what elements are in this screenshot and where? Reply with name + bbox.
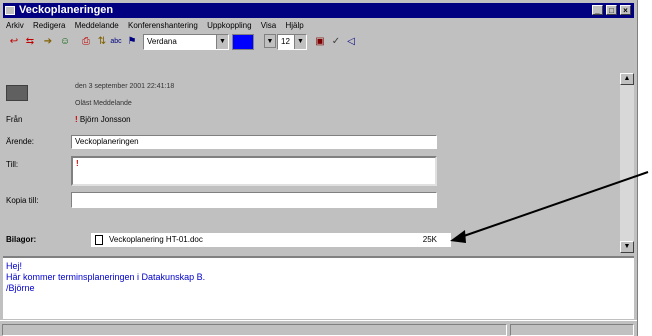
message-status: Oläst Meddelande (75, 100, 132, 107)
subject-label: Ärende: (6, 137, 35, 146)
chevron-down-icon[interactable]: ▼ (264, 34, 276, 48)
header-scrollbar[interactable]: ▲ ▼ (620, 73, 634, 253)
message-body[interactable]: Hej! Här kommer terminsplaneringen i Dat… (3, 256, 634, 319)
attachments-label: Bilagor: (6, 235, 37, 244)
sender-name: Björn Jonsson (79, 115, 131, 124)
contacts-icon[interactable]: ☺ (58, 35, 72, 49)
menu-uppkoppling[interactable]: Uppkoppling (207, 21, 251, 30)
recipient-icon: ! (76, 159, 79, 168)
to-field[interactable]: ! (71, 156, 437, 186)
minimize-button[interactable]: _ (591, 5, 603, 15)
speaker-icon[interactable]: ◁ (344, 35, 358, 49)
attachment-name: Veckoplanering HT-01.doc (109, 235, 203, 244)
menu-konferenshantering[interactable]: Konferenshantering (128, 21, 198, 30)
scroll-down-icon[interactable]: ▼ (620, 241, 634, 253)
font-select-value: Verdana (147, 37, 177, 46)
to-label: Till: (6, 160, 19, 169)
font-size-value: 12 (281, 37, 290, 46)
from-value: ! Björn Jonsson (75, 115, 131, 124)
font-select[interactable]: Verdana ▼ (143, 34, 229, 50)
cc-field[interactable] (71, 192, 437, 208)
forward-icon[interactable]: ➔ (41, 35, 55, 49)
email-window: Veckoplaneringen _ □ × Arkiv Redigera Me… (0, 0, 638, 336)
close-button[interactable]: × (620, 5, 631, 15)
title-bar: Veckoplaneringen _ □ × (3, 3, 634, 18)
reply-all-icon[interactable]: ⇆ (23, 35, 37, 49)
envelope-icon (6, 85, 28, 101)
priority-icon: ! (75, 115, 78, 124)
chevron-down-icon[interactable]: ▼ (294, 35, 306, 49)
scroll-up-icon[interactable]: ▲ (620, 73, 634, 85)
abc-icon[interactable]: abc (109, 35, 123, 49)
cc-label: Kopia till: (6, 196, 39, 205)
attachment-size: 25K (422, 235, 437, 244)
from-label: Från (6, 115, 23, 124)
status-bar (0, 320, 637, 336)
status-pane-right (510, 324, 634, 336)
subject-field[interactable]: Veckoplaneringen (71, 135, 437, 149)
attachment-item[interactable]: Veckoplanering HT-01.doc 25K (91, 233, 451, 247)
document-icon (95, 235, 103, 245)
app-icon (5, 6, 15, 15)
status-pane-main (2, 324, 507, 336)
maximize-button[interactable]: □ (605, 5, 617, 15)
font-color-swatch[interactable] (232, 34, 254, 50)
body-line: Här kommer terminsplaneringen i Datakuns… (6, 272, 206, 282)
menu-redigera[interactable]: Redigera (33, 21, 65, 30)
menu-arkiv[interactable]: Arkiv (6, 21, 24, 30)
sort-icon[interactable]: ⇅ (95, 35, 109, 49)
color-dropdown[interactable]: ▼ (256, 34, 276, 50)
message-header: den 3 september 2001 22:41:18 Oläst Medd… (3, 55, 634, 255)
toolbar: ↩ ⇆ ➔ ☺ ⎙ ⇅ abc ⚑ Verdana ▼ ▼ 12 ▼ ▣ ✓ ◁ (3, 32, 634, 54)
menu-visa[interactable]: Visa (261, 21, 276, 30)
message-date: den 3 september 2001 22:41:18 (75, 83, 175, 90)
menu-hjalp[interactable]: Hjälp (285, 21, 303, 30)
font-size-select[interactable]: 12 ▼ (277, 34, 307, 50)
spellcheck-icon[interactable]: ✓ (329, 35, 343, 49)
menu-meddelande[interactable]: Meddelande (75, 21, 119, 30)
menu-bar: Arkiv Redigera Meddelande Konferenshante… (3, 19, 634, 32)
body-line: /Björne (6, 283, 35, 293)
body-line: Hej! (6, 261, 23, 271)
reply-icon[interactable]: ↩ (7, 35, 21, 49)
save-icon[interactable]: ▣ (313, 35, 327, 49)
chevron-down-icon[interactable]: ▼ (216, 35, 228, 49)
flag-icon[interactable]: ⚑ (125, 35, 139, 49)
print-icon[interactable]: ⎙ (79, 35, 93, 49)
window-title: Veckoplaneringen (19, 4, 114, 16)
